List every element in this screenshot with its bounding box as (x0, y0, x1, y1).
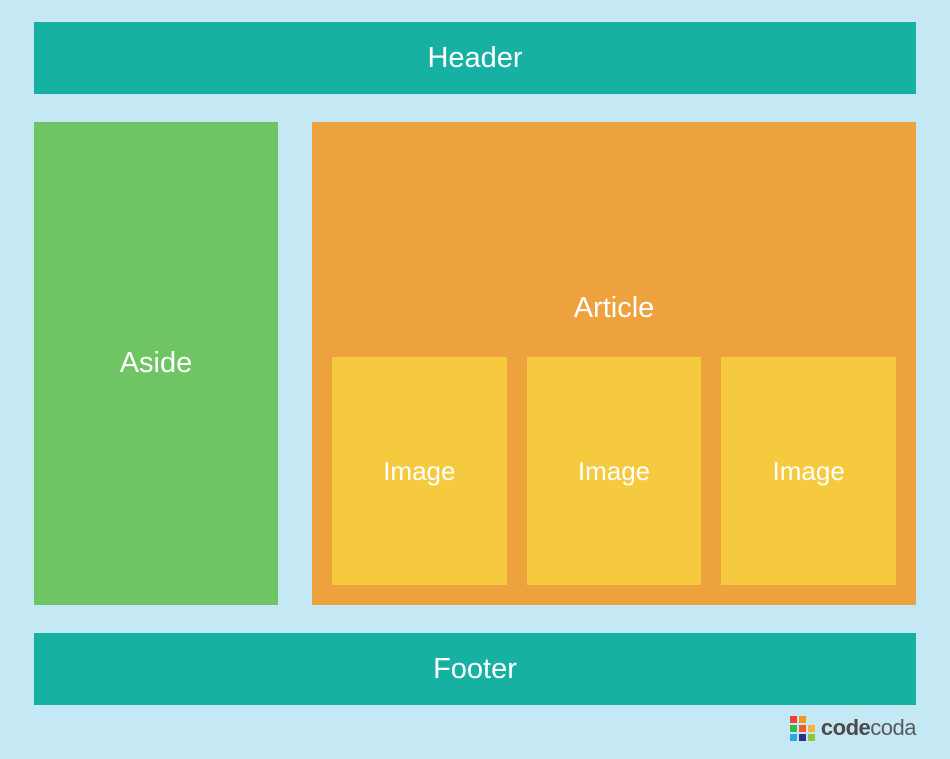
brand-logo-icon (790, 716, 815, 741)
brand-name-prefix: code (821, 715, 870, 740)
header-region: Header (34, 22, 916, 94)
image-box: Image (721, 357, 896, 585)
brand-name-suffix: coda (870, 715, 916, 740)
brand-name: codecoda (821, 715, 916, 741)
footer-region: Footer (34, 633, 916, 705)
image-box: Image (332, 357, 507, 585)
image-label: Image (383, 456, 455, 487)
image-label: Image (578, 456, 650, 487)
brand-attribution: codecoda (34, 715, 916, 741)
image-row: Image Image Image (332, 357, 896, 585)
image-box: Image (527, 357, 702, 585)
article-region: Article Image Image Image (312, 122, 916, 605)
aside-region: Aside (34, 122, 278, 605)
footer-label: Footer (433, 653, 517, 686)
middle-row: Aside Article Image Image Image (34, 122, 916, 605)
article-label: Article (574, 292, 655, 325)
aside-label: Aside (120, 347, 193, 380)
image-label: Image (773, 456, 845, 487)
header-label: Header (427, 42, 522, 75)
